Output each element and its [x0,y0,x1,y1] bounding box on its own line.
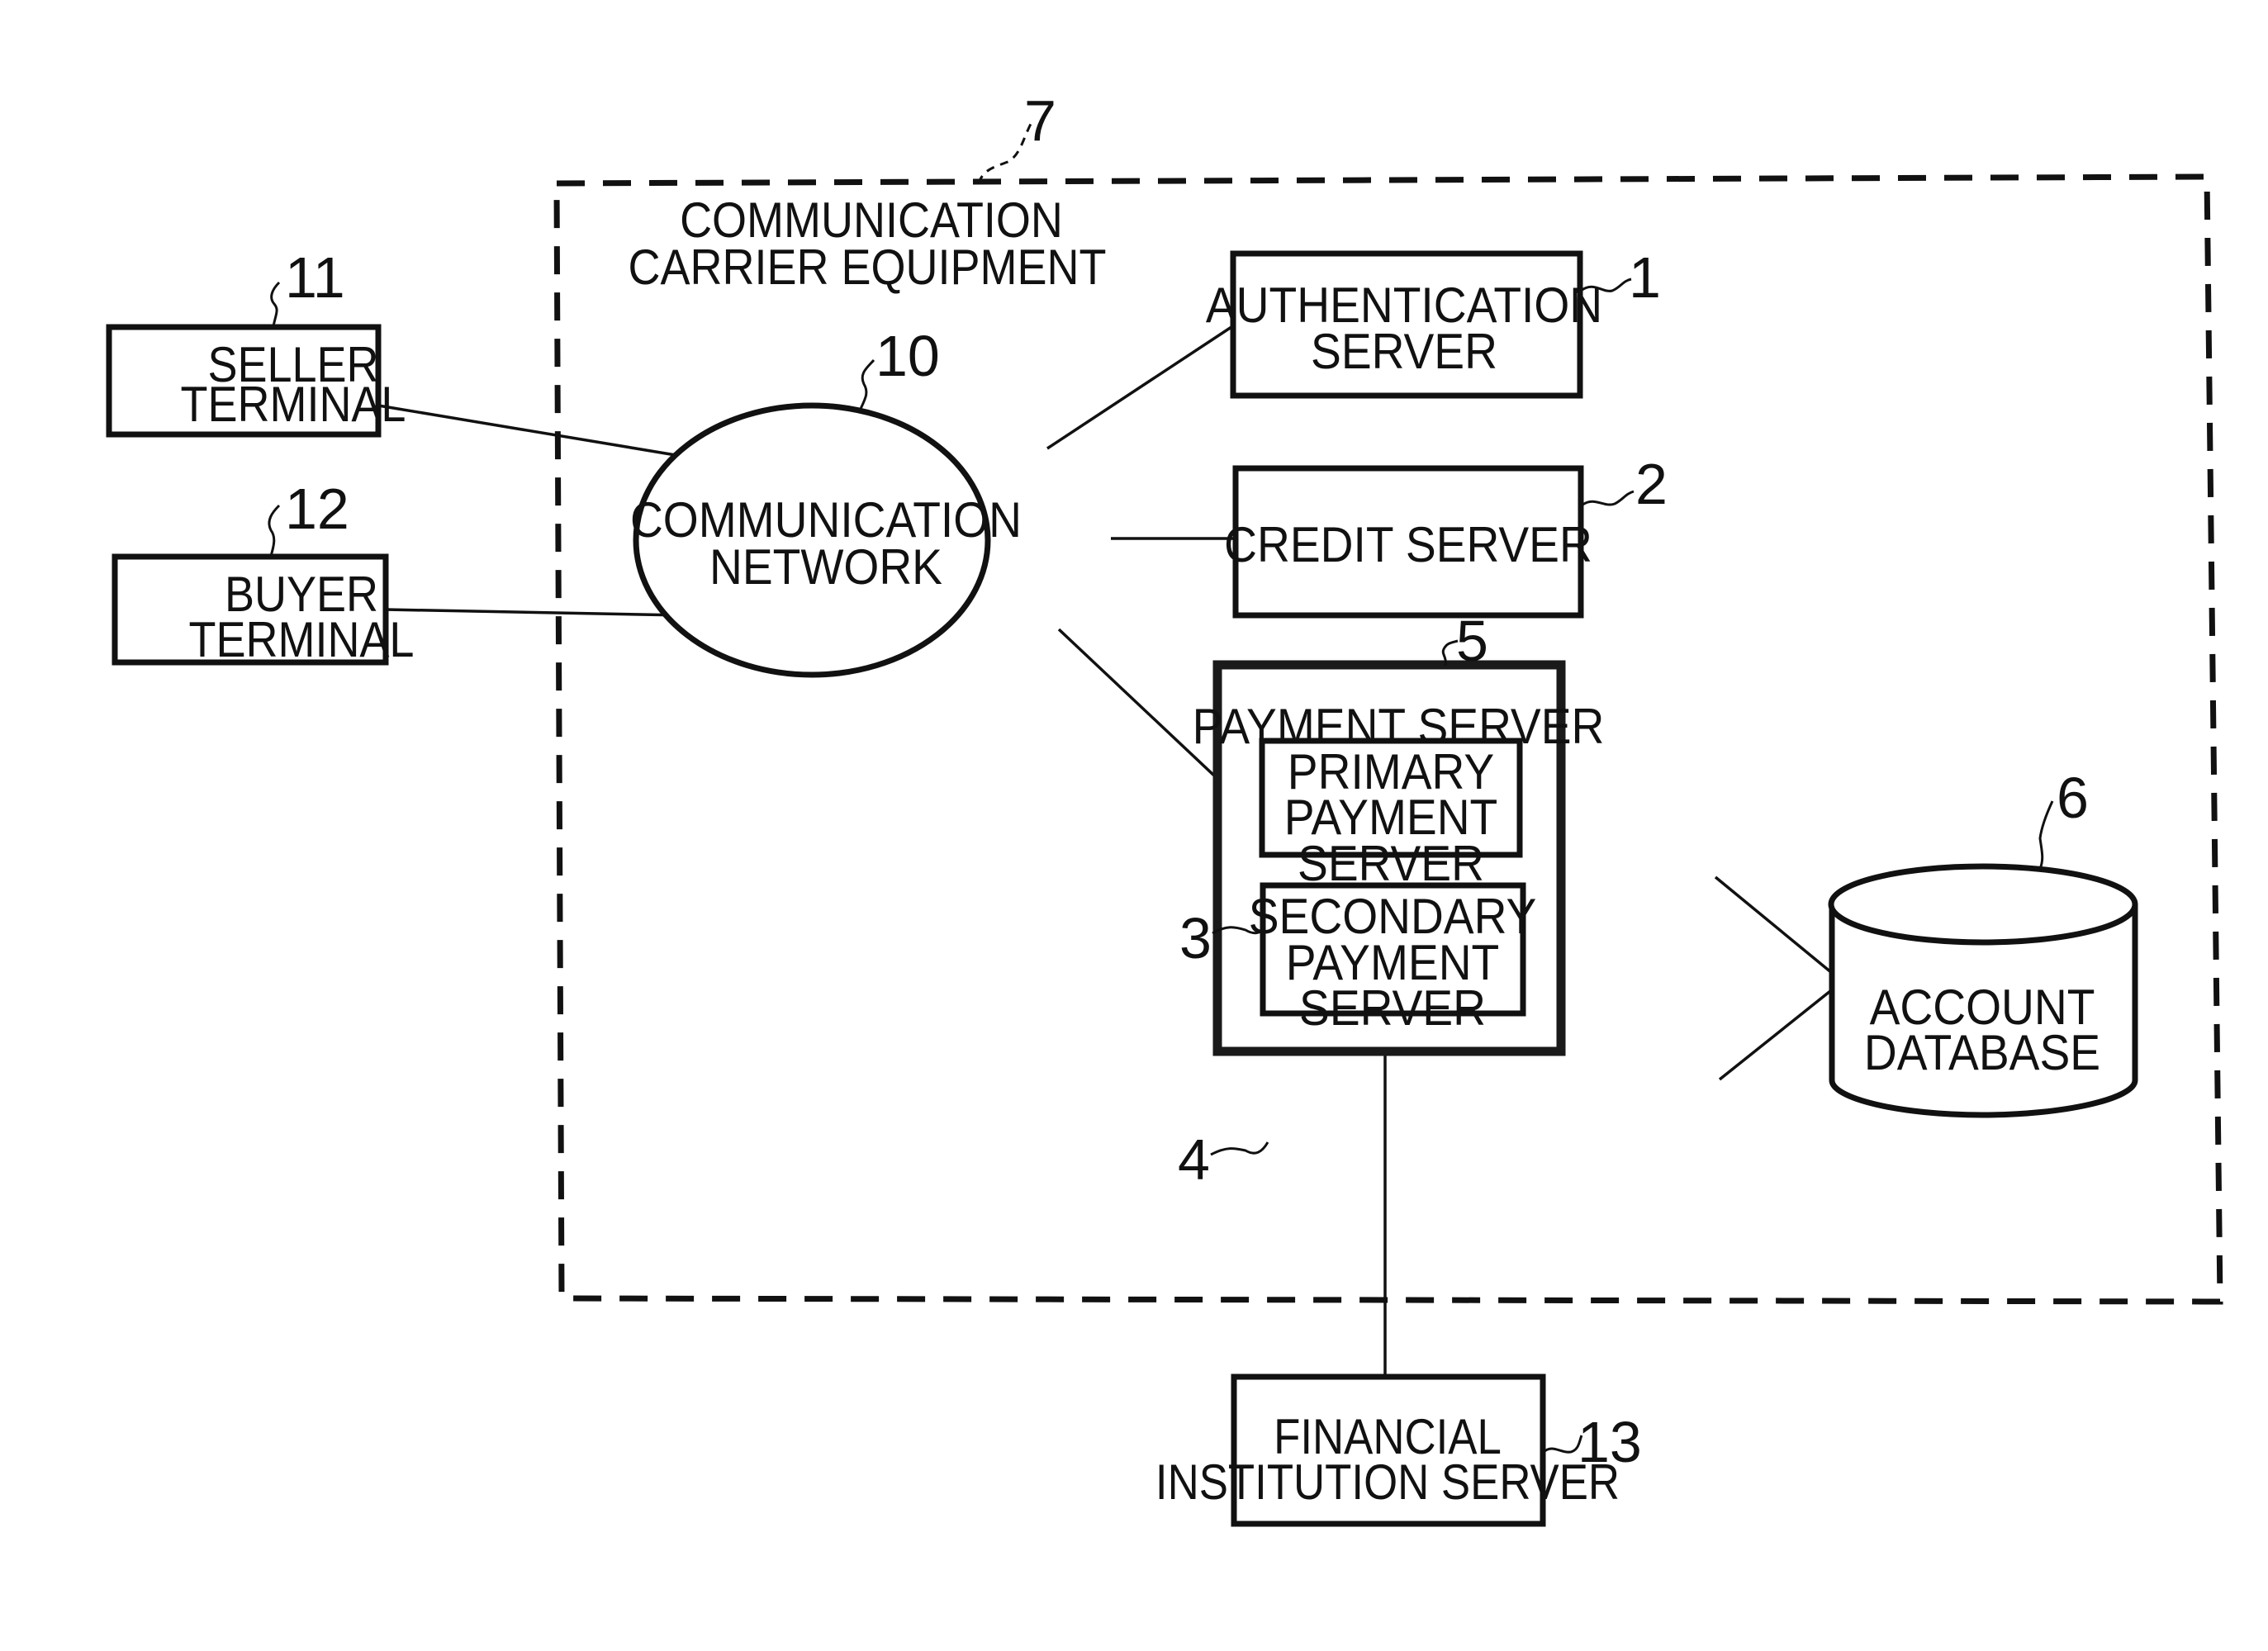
connection-primary-database [1714,875,1834,975]
financial-institution-server: FINANCIAL INSTITUTION SERVER [1155,1373,1620,1527]
ref-label-3: 3 [1179,906,1212,970]
ref-label-10: 10 [875,324,940,388]
ref-leader-13 [1542,1435,1583,1454]
ref-label-6: 6 [2057,766,2089,830]
connection-seller-network [377,404,686,458]
carrier-equipment-title-line2: CARRIER EQUIPMENT [629,240,1107,295]
system-diagram: COMMUNICATION CARRIER EQUIPMENT 7 SELLER… [106,88,2223,1527]
secondary-payment-server-label-line3: SERVER [1299,981,1486,1037]
authentication-server-label-line2: SERVER [1311,325,1497,380]
ref-label-12: 12 [285,477,349,541]
ref-label-2: 2 [1635,452,1668,516]
account-database: ACCOUNT DATABASE [1828,863,2138,1118]
ref-label-11: 11 [285,245,345,310]
authentication-server: AUTHENTICATION SERVER [1206,250,1602,399]
ref-leader-4 [1210,1141,1269,1156]
ref-label-13: 13 [1578,1410,1642,1474]
ref-leader-6 [2038,800,2054,870]
ref-label-5: 5 [1456,609,1488,673]
ref-label-7: 7 [1024,88,1056,153]
ref-leader-10 [859,359,875,410]
ref-leader-2 [1581,490,1635,507]
ref-leader-7 [977,123,1032,184]
buyer-terminal-label-line2: TERMINAL [189,612,415,667]
secondary-payment-server: SECONDARY PAYMENT SERVER [1249,882,1536,1037]
communication-network: COMMUNICATION NETWORK [630,402,1022,678]
account-database-label-line2: DATABASE [1864,1026,2100,1081]
buyer-terminal: BUYER TERMINAL [112,553,415,668]
ref-leader-11 [270,281,281,327]
ref-label-4: 4 [1178,1127,1210,1192]
seller-terminal: SELLER TERMINAL [106,324,406,438]
connection-secondary-database [1718,989,1832,1081]
financial-institution-server-label-line2: INSTITUTION SERVER [1155,1454,1620,1510]
communication-network-label-line2: NETWORK [709,540,942,595]
ref-leader-12 [268,504,281,557]
primary-payment-server: PRIMARY PAYMENT SERVER [1259,738,1523,892]
credit-server-label: CREDIT SERVER [1224,518,1592,573]
connection-buyer-network [385,608,685,617]
connection-network-auth [1046,320,1240,450]
credit-server: CREDIT SERVER [1224,465,1592,619]
ref-label-1: 1 [1629,245,1661,310]
seller-terminal-label-line2: TERMINAL [181,377,406,432]
